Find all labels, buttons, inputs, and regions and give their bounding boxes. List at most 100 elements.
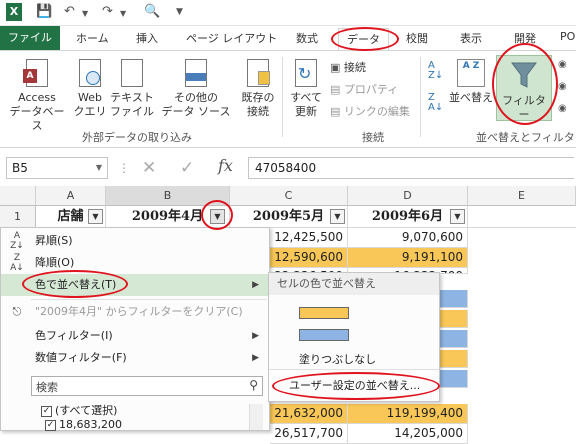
edit-links-button[interactable]: ▤ リンクの編集 xyxy=(330,103,410,119)
sort-label: 並べ替え xyxy=(449,91,493,104)
tab-view[interactable]: 表示 xyxy=(460,30,482,46)
cell-c-row-a[interactable]: 21,632,000 xyxy=(270,404,348,424)
customize-toolbar-icon[interactable]: ▼ xyxy=(176,7,183,17)
edit-links-label: リンクの編集 xyxy=(343,105,410,118)
other-sources-icon xyxy=(182,57,210,89)
other-sources-button[interactable]: その他の データ ソース xyxy=(160,57,232,119)
cell-d-blue-2[interactable] xyxy=(440,330,468,348)
undo-dropdown-icon[interactable]: ▼ xyxy=(82,9,88,18)
other-label-2: データ ソース xyxy=(161,105,231,118)
color-filter-label: 色フィルター(I) xyxy=(35,329,113,342)
cell-d3[interactable]: 9,191,100 xyxy=(348,248,468,268)
tab-power[interactable]: PO xyxy=(560,30,575,43)
checkbox-select-all[interactable]: ✓ (すべて選択) xyxy=(41,404,117,418)
clear-filter-icon[interactable]: ◉ xyxy=(558,59,567,70)
formula-input[interactable]: 47058400 xyxy=(248,157,574,179)
undo-icon[interactable]: ↶ xyxy=(64,4,75,19)
tab-formulas[interactable]: 数式 xyxy=(296,30,318,46)
title-bar: X 💾 ↶ ▼ ↷ ▼ 🔍 ▼ xyxy=(0,0,576,26)
cell-d-row-a[interactable]: 119,199,400 xyxy=(348,404,468,424)
name-box-dropdown-icon[interactable]: ▼ xyxy=(96,163,102,172)
access-label-2: データベース xyxy=(9,105,65,132)
text-label-2: ファイル xyxy=(110,105,154,118)
access-button[interactable]: A Access データベース xyxy=(6,57,68,133)
orange-color-option[interactable] xyxy=(299,307,349,319)
cell-d-orange-2[interactable] xyxy=(440,350,468,368)
blue-color-option[interactable] xyxy=(299,329,349,341)
more-icon: ⋮ xyxy=(118,161,130,175)
web-icon xyxy=(76,57,104,89)
cell-c-row-b[interactable]: 26,517,700 xyxy=(270,424,348,444)
sort-ascending-icon[interactable]: A Z↓ xyxy=(428,61,443,81)
cell-d2[interactable]: 9,070,600 xyxy=(348,228,468,248)
filter-dropdown-d[interactable]: ▼ xyxy=(450,209,465,224)
cell-c3[interactable]: 12,590,600 xyxy=(270,248,348,268)
apr-header-text: 2009年4月 xyxy=(131,209,204,224)
may-header-text: 2009年5月 xyxy=(252,209,325,224)
connections-icon: ▣ xyxy=(330,61,341,74)
header-cell-jun[interactable]: 2009年6月 ▼ xyxy=(348,206,468,228)
sort-descending-icon[interactable]: Z A↓ xyxy=(428,93,443,113)
sort-button[interactable]: A Z 並べ替え xyxy=(448,57,494,105)
menu-color-filter[interactable]: 色フィルター(I) ▶ xyxy=(1,325,269,347)
menu-sort-ascending[interactable]: A Z↓ 昇順(S) xyxy=(1,230,269,252)
excel-icon: X xyxy=(6,3,22,21)
ribbon-separator-2 xyxy=(420,57,421,137)
redo-icon[interactable]: ↷ xyxy=(102,4,113,19)
select-all-corner[interactable] xyxy=(0,186,36,206)
enter-icon[interactable]: ✓ xyxy=(180,158,194,178)
tab-review[interactable]: 校閲 xyxy=(406,30,428,46)
cell-d-blue-1[interactable] xyxy=(440,290,468,308)
text-file-icon xyxy=(118,57,146,89)
advanced-filter-icon[interactable]: ◉ xyxy=(558,103,567,114)
menu-number-filter[interactable]: 数値フィルター(F) ▶ xyxy=(1,347,269,369)
connections-button[interactable]: ▣ 接続 xyxy=(330,59,366,75)
submenu-title: セルの色で並べ替え xyxy=(269,273,439,295)
value-1-label: 18,683,200 xyxy=(59,418,122,431)
cancel-icon[interactable]: ✕ xyxy=(142,158,156,178)
filter-search-input[interactable]: 検索 ⚲ xyxy=(31,376,263,396)
reapply-icon[interactable]: ◉ xyxy=(558,81,567,92)
access-label: Access xyxy=(18,91,56,104)
row-header-1[interactable]: 1 xyxy=(0,206,36,228)
list-scrollbar[interactable] xyxy=(249,404,263,430)
menu-clear-filter[interactable]: ⎋ "2009年4月" からフィルターをクリア(C) xyxy=(1,301,269,323)
cell-c2[interactable]: 12,425,500 xyxy=(270,228,348,248)
column-header-e[interactable]: E xyxy=(468,186,576,206)
tab-home[interactable]: ホーム xyxy=(76,30,109,46)
filter-dropdown-a[interactable]: ▼ xyxy=(88,209,103,224)
properties-button[interactable]: ▤ プロパティ xyxy=(330,81,398,97)
checkbox-icon: ✓ xyxy=(45,419,56,431)
tab-file[interactable]: ファイル xyxy=(0,26,60,50)
header-cell-store[interactable]: 店舗 ▼ xyxy=(36,206,106,228)
tab-insert[interactable]: 挿入 xyxy=(136,30,158,46)
insert-function-icon[interactable]: fx xyxy=(218,156,233,175)
ribbon: A Access データベース Web クエリ テキスト ファイル その他の デ… xyxy=(0,50,576,148)
refresh-all-button[interactable]: ↻ すべて 更新 xyxy=(286,57,326,119)
cell-d-blue-3[interactable] xyxy=(440,370,468,388)
save-icon[interactable]: 💾 xyxy=(36,4,52,19)
print-preview-icon[interactable]: 🔍 xyxy=(144,4,160,19)
column-header-c[interactable]: C xyxy=(230,186,348,206)
annotation-oval-custom-sort xyxy=(272,372,440,400)
access-icon: A xyxy=(23,57,51,89)
column-header-a[interactable]: A xyxy=(36,186,106,206)
cell-d-orange-1[interactable] xyxy=(440,310,468,328)
ribbon-tabs: ファイル ホーム 挿入 ページ レイアウト 数式 データ 校閲 表示 開発 PO xyxy=(0,26,576,50)
checkbox-value-1[interactable]: ✓ 18,683,200 xyxy=(45,418,122,432)
checkbox-icon: ✓ xyxy=(41,405,52,417)
redo-dropdown-icon[interactable]: ▼ xyxy=(120,9,126,18)
web-query-button[interactable]: Web クエリ xyxy=(72,57,108,119)
text-file-button[interactable]: テキスト ファイル xyxy=(108,57,156,119)
column-header-d[interactable]: D xyxy=(348,186,468,206)
name-box[interactable]: B5 ▼ xyxy=(6,157,108,179)
header-cell-may[interactable]: 2009年5月 ▼ xyxy=(230,206,348,228)
no-fill-option[interactable]: 塗りつぶしなし xyxy=(299,351,376,367)
cell-e1[interactable] xyxy=(468,206,576,228)
menu-sort-descending[interactable]: Z A↓ 降順(O) xyxy=(1,252,269,274)
filter-dropdown-c[interactable]: ▼ xyxy=(330,209,345,224)
cell-d-row-b[interactable]: 14,205,000 xyxy=(348,424,468,444)
annotation-oval-filter xyxy=(492,43,558,125)
existing-connections-button[interactable]: 既存の 接続 xyxy=(234,57,282,119)
tab-page-layout[interactable]: ページ レイアウト xyxy=(186,30,277,46)
